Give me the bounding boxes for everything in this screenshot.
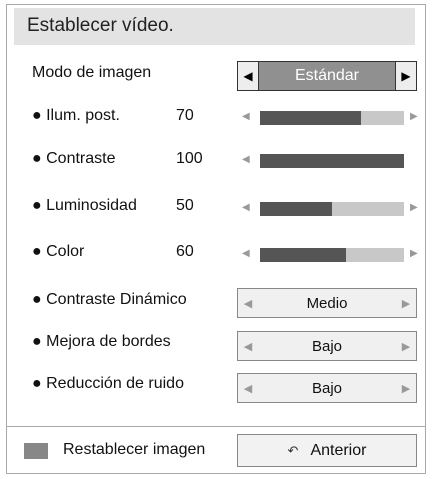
picture-mode-label: Modo de imagen: [32, 64, 152, 81]
noise-reduction-label: ● Reducción de ruido: [32, 375, 184, 392]
menu-title: Establecer vídeo.: [27, 15, 174, 36]
contrast-label: ● Contraste: [32, 150, 116, 167]
brightness-value: 50: [176, 197, 194, 214]
arrow-left-icon[interactable]: ◀: [242, 246, 250, 262]
slider-fill: [260, 248, 347, 262]
arrow-left-icon[interactable]: ◀: [238, 62, 259, 90]
backlight-value: 70: [176, 107, 194, 124]
picture-mode-value: Estándar: [259, 62, 395, 90]
brightness-slider[interactable]: ◀ ▶: [238, 200, 418, 216]
arrow-left-icon[interactable]: ◀: [238, 332, 258, 360]
reset-color-key-icon: [24, 443, 48, 459]
arrow-left-icon[interactable]: ◀: [242, 200, 250, 216]
back-arrow-icon: ↶: [287, 442, 299, 458]
arrow-right-icon[interactable]: ▶: [396, 332, 416, 360]
footer-divider: [6, 426, 426, 427]
edge-enhancer-label: ● Mejora de bordes: [32, 333, 171, 350]
picture-mode-selector[interactable]: ◀ Estándar ▶: [237, 61, 417, 91]
contrast-slider[interactable]: ◀: [238, 152, 418, 168]
slider-track: [260, 202, 404, 216]
reset-picture-label[interactable]: Restablecer imagen: [63, 441, 205, 459]
edge-enhancer-value: Bajo: [311, 337, 343, 355]
contrast-value: 100: [176, 150, 203, 167]
arrow-right-icon[interactable]: ▶: [395, 62, 416, 90]
arrow-left-icon[interactable]: ◀: [242, 109, 250, 125]
arrow-right-icon[interactable]: ▶: [410, 109, 418, 125]
dynamic-contrast-value: Medio: [306, 294, 348, 312]
slider-fill: [260, 154, 404, 168]
noise-reduction-selector[interactable]: ◀ Bajo ▶: [237, 373, 417, 403]
back-button[interactable]: ↶ Anterior: [237, 434, 417, 467]
dynamic-contrast-selector[interactable]: ◀ Medio ▶: [237, 288, 417, 318]
slider-fill: [260, 111, 361, 125]
dynamic-contrast-label: ● Contraste Dinámico: [32, 291, 187, 308]
arrow-right-icon[interactable]: ▶: [396, 374, 416, 402]
backlight-label: ● Ilum. post.: [32, 107, 120, 124]
slider-track: [260, 154, 404, 168]
noise-reduction-value: Bajo: [311, 379, 343, 397]
arrow-right-icon[interactable]: ▶: [410, 200, 418, 216]
menu-title-bar: Establecer vídeo.: [14, 8, 415, 45]
back-button-label: Anterior: [310, 441, 367, 459]
arrow-right-icon[interactable]: ▶: [396, 289, 416, 317]
color-value: 60: [176, 243, 194, 260]
arrow-left-icon[interactable]: ◀: [238, 374, 258, 402]
slider-track: [260, 111, 404, 125]
arrow-right-icon[interactable]: ▶: [410, 246, 418, 262]
arrow-left-icon[interactable]: ◀: [242, 152, 250, 168]
color-slider[interactable]: ◀ ▶: [238, 246, 418, 262]
color-label: ● Color: [32, 243, 85, 260]
edge-enhancer-selector[interactable]: ◀ Bajo ▶: [237, 331, 417, 361]
brightness-label: ● Luminosidad: [32, 197, 137, 214]
arrow-left-icon[interactable]: ◀: [238, 289, 258, 317]
slider-fill: [260, 202, 332, 216]
slider-track: [260, 248, 404, 262]
backlight-slider[interactable]: ◀ ▶: [238, 109, 418, 125]
